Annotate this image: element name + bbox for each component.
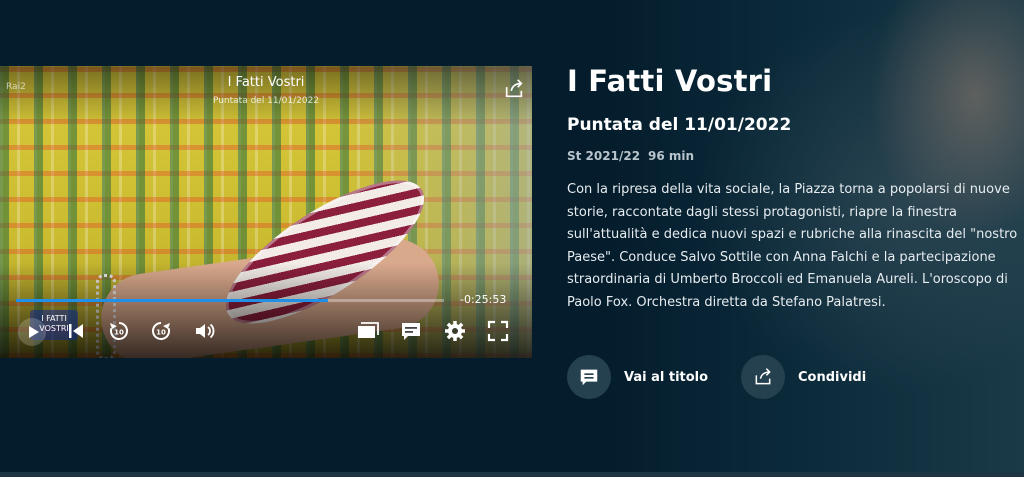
share-icon xyxy=(755,368,771,385)
play-button[interactable] xyxy=(18,318,46,346)
progress-bar[interactable] xyxy=(16,299,444,302)
skip-back-button[interactable] xyxy=(64,319,88,343)
play-icon xyxy=(29,326,39,338)
episode-title: Puntata del 11/01/2022 xyxy=(567,115,792,135)
subtitles-button[interactable] xyxy=(399,319,423,343)
forward-10-icon: 10 xyxy=(152,322,170,340)
settings-button[interactable] xyxy=(443,319,467,343)
go-to-title-button[interactable]: Vai al titolo xyxy=(567,355,708,399)
rewind-10-button[interactable]: 10 xyxy=(107,319,131,343)
share-label: Condividi xyxy=(798,369,867,385)
fullscreen-button[interactable] xyxy=(486,319,510,343)
rewind-10-icon: 10 xyxy=(110,322,128,340)
share-circle[interactable] xyxy=(741,355,785,399)
share-button[interactable]: Condividi xyxy=(741,355,866,399)
episodes-button[interactable] xyxy=(356,319,380,343)
skip-back-icon xyxy=(69,324,83,338)
season-label: St 2021/22 xyxy=(567,149,641,163)
player-subtitle: Puntata del 11/01/2022 xyxy=(212,96,320,106)
volume-button[interactable] xyxy=(193,319,217,343)
go-to-title-label: Vai al titolo xyxy=(624,369,709,385)
volume-icon xyxy=(196,323,215,339)
time-remaining: -0:25:53 xyxy=(460,293,507,306)
meta-line: St 2021/22 96 min xyxy=(567,149,694,163)
duration-label: 96 min xyxy=(648,149,695,163)
gear-icon xyxy=(445,321,465,341)
svg-text:10: 10 xyxy=(156,329,166,337)
bottom-divider xyxy=(0,472,1024,477)
subtitles-icon xyxy=(402,323,420,340)
share-icon[interactable] xyxy=(503,78,525,100)
forward-10-button[interactable]: 10 xyxy=(149,319,173,343)
progress-fill xyxy=(16,299,329,302)
message-icon xyxy=(580,369,598,386)
episode-description: Con la ripresa della vita sociale, la Pi… xyxy=(567,182,1018,310)
svg-text:10: 10 xyxy=(114,329,124,337)
player-title: I Fatti Vostri xyxy=(227,75,305,90)
page-title: I Fatti Vostri xyxy=(567,64,773,98)
episodes-icon xyxy=(358,322,379,338)
go-to-title-circle[interactable] xyxy=(567,355,611,399)
fullscreen-icon xyxy=(487,320,509,342)
video-player[interactable]: Rai2 I Fatti Vostri Puntata del 11/01/20… xyxy=(0,66,532,358)
player-bottom-gradient xyxy=(0,263,532,358)
